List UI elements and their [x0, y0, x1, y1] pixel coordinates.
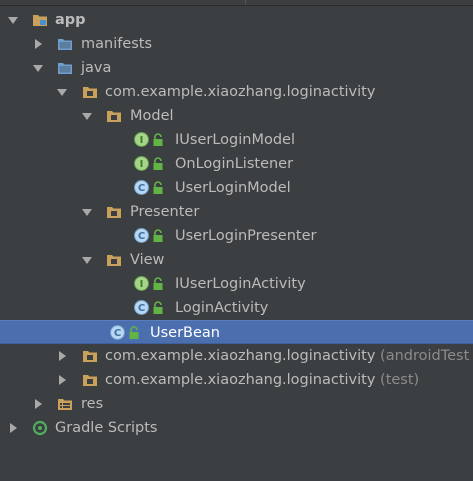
node-label: UserLoginPresenter — [175, 228, 317, 244]
node-label: manifests — [81, 36, 153, 52]
collapsed-arrow-icon[interactable] — [55, 344, 69, 368]
node-label: Presenter — [130, 204, 200, 220]
node-label: IUserLoginModel — [175, 132, 295, 148]
project-tree: app manifests java com.example.xiaozhang… — [0, 8, 473, 440]
lock-icon — [152, 133, 164, 147]
node-label: Model — [130, 108, 174, 124]
package-icon — [106, 252, 122, 268]
tree-node-iuserloginmodel[interactable]: I IUserLoginModel — [0, 128, 473, 152]
package-icon — [106, 204, 122, 220]
expanded-arrow-icon[interactable] — [80, 248, 94, 272]
tree-node-presenter[interactable]: Presenter — [0, 200, 473, 224]
node-label: res — [81, 396, 104, 412]
node-label: LoginActivity — [175, 300, 269, 316]
tree-node-java[interactable]: java — [0, 56, 473, 80]
node-label: View — [130, 252, 165, 268]
collapsed-arrow-icon[interactable] — [31, 32, 45, 56]
node-label: java — [81, 60, 112, 76]
expanded-arrow-icon[interactable] — [55, 80, 69, 104]
package-icon — [82, 84, 98, 100]
class-icon: C — [134, 228, 149, 243]
node-label: com.example.xiaozhang.loginactivity — [105, 84, 376, 100]
class-icon: C — [134, 180, 149, 195]
tree-node-package-test[interactable]: com.example.xiaozhang.loginactivity (tes… — [0, 368, 473, 392]
package-icon — [106, 108, 122, 124]
node-label: Gradle Scripts — [55, 420, 158, 436]
module-folder-icon — [32, 12, 48, 28]
source-folder-icon — [57, 36, 73, 52]
tree-node-userloginpresenter[interactable]: C UserLoginPresenter — [0, 224, 473, 248]
interface-icon: I — [134, 156, 149, 171]
node-label: app — [55, 12, 86, 28]
tree-node-app[interactable]: app — [0, 8, 473, 32]
lock-icon — [152, 301, 164, 315]
collapsed-arrow-icon[interactable] — [55, 368, 69, 392]
tree-node-package-androidtest[interactable]: com.example.xiaozhang.loginactivity (and… — [0, 344, 473, 368]
tree-node-gradle-scripts[interactable]: Gradle Scripts — [0, 416, 473, 440]
node-label: com.example.xiaozhang.loginactivity (tes… — [105, 371, 419, 389]
expanded-arrow-icon[interactable] — [6, 8, 20, 32]
tree-node-userloginmodel[interactable]: C UserLoginModel — [0, 176, 473, 200]
collapsed-arrow-icon[interactable] — [6, 416, 20, 440]
tree-node-view[interactable]: View — [0, 248, 473, 272]
expanded-arrow-icon[interactable] — [31, 56, 45, 80]
collapsed-arrow-icon[interactable] — [31, 392, 45, 416]
tree-node-iuserloginactivity[interactable]: I IUserLoginActivity — [0, 272, 473, 296]
tree-node-res[interactable]: res — [0, 392, 473, 416]
expanded-arrow-icon[interactable] — [80, 200, 94, 224]
tree-node-manifests[interactable]: manifests — [0, 32, 473, 56]
source-set-suffix: (test) — [380, 372, 420, 388]
node-label: OnLoginListener — [175, 156, 294, 172]
tree-node-loginactivity[interactable]: C LoginActivity — [0, 296, 473, 320]
source-folder-icon — [57, 60, 73, 76]
class-icon: C — [110, 325, 125, 340]
lock-icon — [152, 229, 164, 243]
source-set-suffix: (androidTest — [380, 348, 470, 364]
package-name: com.example.xiaozhang.loginactivity — [105, 372, 376, 388]
node-label: com.example.xiaozhang.loginactivity (and… — [105, 347, 469, 365]
lock-icon — [128, 326, 140, 340]
lock-icon — [152, 157, 164, 171]
package-name: com.example.xiaozhang.loginactivity — [105, 348, 376, 364]
tree-node-package-main[interactable]: com.example.xiaozhang.loginactivity — [0, 80, 473, 104]
toolbar-divider — [245, 0, 246, 5]
package-icon — [82, 372, 98, 388]
lock-icon — [152, 277, 164, 291]
gradle-icon — [32, 420, 48, 436]
tree-node-onloginlistener[interactable]: I OnLoginListener — [0, 152, 473, 176]
node-label: UserLoginModel — [175, 180, 291, 196]
resource-folder-icon — [57, 396, 73, 412]
tree-node-userbean[interactable]: C UserBean — [0, 320, 473, 344]
node-label: UserBean — [150, 325, 220, 341]
expanded-arrow-icon[interactable] — [80, 104, 94, 128]
node-label: IUserLoginActivity — [175, 276, 306, 292]
interface-icon: I — [134, 132, 149, 147]
top-toolbar-strip — [0, 0, 473, 6]
class-icon: C — [134, 300, 149, 315]
interface-icon: I — [134, 276, 149, 291]
package-icon — [82, 348, 98, 364]
lock-icon — [152, 181, 164, 195]
tree-node-model[interactable]: Model — [0, 104, 473, 128]
